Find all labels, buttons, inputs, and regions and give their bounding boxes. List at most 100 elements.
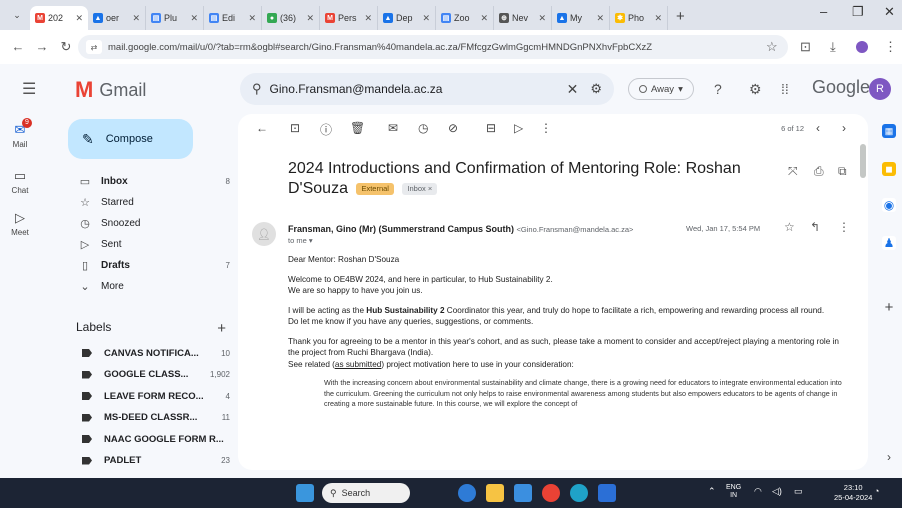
tab-close-icon[interactable]: ✕	[422, 13, 430, 24]
close-window-button[interactable]: ✕	[884, 4, 895, 20]
file-explorer-icon[interactable]	[486, 484, 504, 502]
new-tab-button[interactable]: +	[668, 8, 693, 30]
search-options-icon[interactable]: ⚙	[590, 81, 602, 97]
browser-tab[interactable]: ▲ Dep ✕	[378, 6, 436, 30]
widgets-icon[interactable]	[458, 484, 476, 502]
hide-side-panel-icon[interactable]: ›	[882, 450, 896, 464]
tab-close-icon[interactable]: ✕	[190, 13, 198, 24]
nav-starred[interactable]: ☆ Starred	[56, 191, 230, 213]
rail-meet[interactable]: ▷ Meet	[0, 210, 40, 237]
tab-close-icon[interactable]: ✕	[306, 13, 314, 24]
rail-mail[interactable]: ✉ 9 Mail	[0, 118, 40, 149]
label-item[interactable]: GOOGLE CLASS... 1,902	[56, 364, 230, 386]
move-to-icon[interactable]: ⊟	[486, 121, 496, 135]
label-item[interactable]: LEAVE FORM RECO... 4	[56, 385, 230, 407]
edge-icon[interactable]	[570, 484, 588, 502]
browser-tab[interactable]: ▲ My ✕	[552, 6, 610, 30]
apps-grid-icon[interactable]: ⁞⁞	[781, 81, 789, 97]
calendar-icon[interactable]: ▦	[882, 124, 896, 138]
recipient-details[interactable]: to me ▾	[288, 236, 313, 245]
reload-icon[interactable]: ↻	[54, 39, 78, 55]
minimize-button[interactable]: –	[820, 4, 827, 19]
store-icon[interactable]	[514, 484, 532, 502]
back-to-list-icon[interactable]: ←	[256, 121, 268, 135]
newer-chevron-icon[interactable]: ‹	[816, 121, 820, 135]
snooze-icon[interactable]: ◷	[418, 121, 428, 135]
main-menu-icon[interactable]: ☰	[22, 79, 36, 99]
start-windows-icon[interactable]	[296, 484, 314, 502]
browser-tab[interactable]: ▤ Plu ✕	[146, 6, 204, 30]
wifi-icon[interactable]: ◠	[754, 486, 762, 497]
tab-close-icon[interactable]: ✕	[75, 13, 83, 24]
label-item[interactable]: PADLET 23	[56, 450, 230, 472]
tab-close-icon[interactable]: ✕	[132, 13, 140, 24]
browser-tab[interactable]: ▲ oer ✕	[88, 6, 146, 30]
tab-close-icon[interactable]: ✕	[654, 13, 662, 24]
message-more-icon[interactable]: ⋮	[838, 220, 850, 234]
reply-icon[interactable]: ↰	[810, 220, 820, 234]
help-icon[interactable]: ?	[714, 81, 722, 97]
google-wordmark[interactable]: Google	[812, 77, 870, 98]
keep-icon[interactable]: ◼	[882, 162, 896, 176]
rail-chat[interactable]: ▭ Chat	[0, 168, 40, 195]
forward-icon[interactable]: →	[30, 39, 54, 54]
nav-sent[interactable]: ▷ Sent	[56, 233, 230, 255]
back-icon[interactable]: ←	[6, 39, 30, 54]
add-task-icon[interactable]: ⊘	[448, 121, 458, 135]
label-item[interactable]: CANVAS NOTIFICA... 10	[56, 342, 230, 364]
extensions-icon[interactable]: ⊡	[800, 39, 811, 55]
browser-menu-icon[interactable]: ⋮	[884, 39, 897, 55]
tab-close-icon[interactable]: ✕	[364, 13, 372, 24]
print-icon[interactable]: ⎙	[814, 164, 824, 179]
browser-tab[interactable]: ✱ Pho ✕	[610, 6, 668, 30]
more-options-icon[interactable]: ⋮	[540, 121, 552, 135]
delete-icon[interactable]: 🗑︎	[350, 121, 365, 135]
tab-close-icon[interactable]: ✕	[596, 13, 604, 24]
profile-icon[interactable]	[856, 41, 868, 53]
label-item[interactable]: MS-DEED CLASSR... 11	[56, 407, 230, 429]
nav-snoozed[interactable]: ◷ Snoozed	[56, 212, 230, 234]
volume-icon[interactable]: ◁)	[772, 486, 782, 497]
open-new-window-icon[interactable]: ⧉	[838, 164, 847, 179]
compose-button[interactable]: ✎ Compose	[68, 119, 193, 159]
search-input[interactable]: Gino.Fransman@mandela.ac.za	[270, 82, 567, 96]
browser-tab[interactable]: M Pers ✕	[320, 6, 378, 30]
tray-overflow-icon[interactable]: ⌃	[708, 486, 716, 497]
gmail-logo[interactable]: M Gmail	[75, 77, 146, 103]
bookmark-star-icon[interactable]: ☆	[766, 39, 778, 55]
search-bar[interactable]: ⚲ Gino.Fransman@mandela.ac.za ✕ ⚙	[240, 73, 614, 105]
browser-tab[interactable]: ▤ Edi ✕	[204, 6, 262, 30]
taskbar-search[interactable]: ⚲ Search	[322, 483, 410, 503]
language-indicator[interactable]: ENG IN	[726, 484, 741, 500]
browser-tab[interactable]: ● (36) ✕	[262, 6, 320, 30]
sender-name[interactable]: Fransman, Gino (Mr) (Summerstrand Campus…	[288, 224, 514, 234]
app-icon[interactable]	[598, 484, 616, 502]
nav-more[interactable]: ⌄ More	[56, 275, 230, 297]
maximize-button[interactable]: ❐	[852, 4, 864, 20]
tab-close-icon[interactable]: ✕	[538, 13, 546, 24]
label-item[interactable]: NAAC GOOGLE FORM R...	[56, 428, 230, 450]
archive-icon[interactable]: ⊡	[290, 121, 300, 135]
as-submitted-link[interactable]: as submitted	[335, 360, 381, 369]
settings-gear-icon[interactable]: ⚙	[749, 81, 762, 98]
status-selector[interactable]: Away ▾	[628, 78, 694, 100]
contacts-icon[interactable]: ♟	[882, 236, 896, 250]
site-info-icon[interactable]: ⇄	[86, 40, 102, 54]
tab-close-icon[interactable]: ✕	[480, 13, 488, 24]
report-spam-icon[interactable]: ⓘ	[320, 121, 332, 138]
star-icon[interactable]: ☆	[784, 220, 795, 234]
download-icon[interactable]: ⤓	[830, 39, 836, 55]
tab-search-menu-icon[interactable]: ⌄	[6, 4, 28, 26]
notifications-icon[interactable]: ◔	[874, 486, 879, 496]
tasks-icon[interactable]: ◉	[882, 198, 896, 212]
url-text[interactable]: mail.google.com/mail/u/0/?tab=rm&ogbl#se…	[108, 42, 652, 53]
nav-inbox[interactable]: ▭ Inbox 8	[56, 170, 230, 192]
address-bar[interactable]: ⇄ mail.google.com/mail/u/0/?tab=rm&ogbl#…	[78, 35, 788, 59]
account-avatar[interactable]: R	[869, 78, 891, 100]
nav-drafts[interactable]: ▯ Drafts 7	[56, 254, 230, 276]
label-icon[interactable]: ▷	[514, 121, 523, 135]
get-addons-icon[interactable]: +	[882, 299, 896, 316]
clear-search-icon[interactable]: ✕	[567, 81, 579, 98]
battery-icon[interactable]: ▭	[794, 486, 803, 497]
expand-all-icon[interactable]: ⤧	[788, 164, 798, 179]
